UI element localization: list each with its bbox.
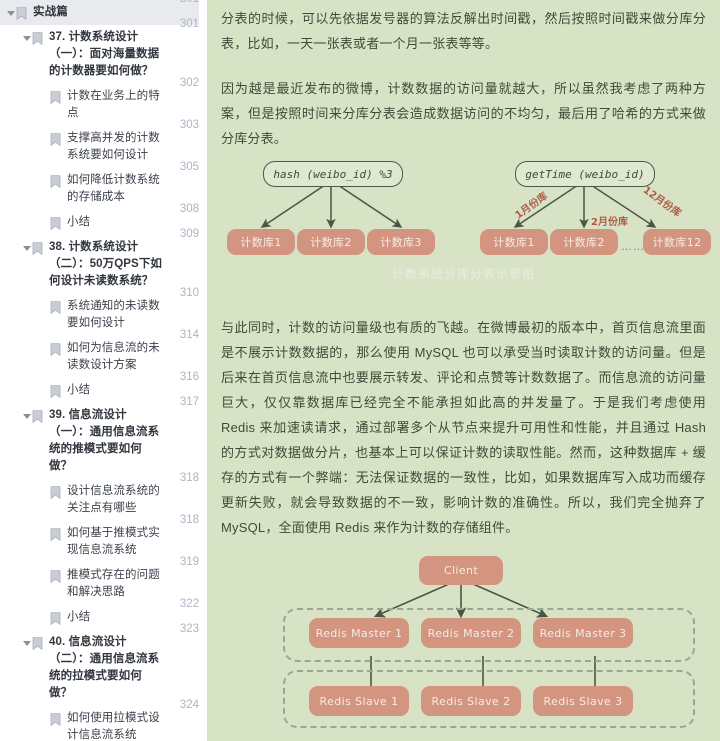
- toc-item-label: 39. 信息流设计（一）：通用信息流系统的推模式要如何做？: [49, 409, 160, 472]
- bookmark-icon: [50, 343, 62, 356]
- toc-item-page-number: 317: [179, 396, 199, 408]
- bookmark-icon: [50, 385, 62, 398]
- toc-item-7[interactable]: 系统通知的未读数要如何设计 310: [0, 287, 207, 336]
- toc-item-page-number: 308: [179, 203, 199, 215]
- toc-item-page-number: 318: [179, 514, 199, 526]
- figure2-client-node: Client: [419, 556, 503, 585]
- figure1-left-leaf-3: 计数库3: [367, 229, 435, 255]
- bookmark-icon: [16, 7, 28, 20]
- bookmark-icon: [50, 713, 62, 726]
- toc-item-5[interactable]: 小结 308: [0, 203, 207, 235]
- figure1-right-leaf-2: 计数库2: [550, 229, 618, 255]
- bookmark-icon: [50, 133, 62, 146]
- bookmark-icon: [32, 242, 44, 255]
- figure2-slave-2: Redis Slave 2: [421, 686, 521, 716]
- bookmark-icon: [50, 570, 62, 583]
- toc-item-label: 37. 计数系统设计（一）：面对海量数据的计数器要如何做？: [49, 31, 160, 77]
- book-reader-window: 实战篇301 37. 计数系统设计（一）：面对海量数据的计数器要如何做？ 301 计数…: [0, 0, 720, 741]
- toc-item-10[interactable]: 39. 信息流设计（一）：通用信息流系统的推模式要如何做？ 317: [0, 396, 207, 479]
- toc-item-0[interactable]: 实战篇301: [0, 0, 207, 25]
- toc-item-page-number: 319: [179, 556, 199, 568]
- figure1-right-leaf-3: 计数库12: [643, 229, 711, 255]
- toc-item-page-number: 316: [179, 371, 199, 383]
- figure1-edge-label-2: 2月份库: [591, 217, 628, 228]
- toc-item-1[interactable]: 37. 计数系统设计（一）：面对海量数据的计数器要如何做？ 301: [0, 18, 207, 84]
- figure-redis-cache-diagram: Client Redis Master 1 Redis Master 2 Red…: [221, 550, 706, 741]
- bookmark-icon: [50, 217, 62, 230]
- toc-item-4[interactable]: 如何降低计数系统的存储成本 305: [0, 161, 207, 210]
- toc-item-page-number: 309: [179, 228, 199, 240]
- figure2-master-3: Redis Master 3: [533, 618, 633, 648]
- bookmark-icon: [32, 32, 44, 45]
- toc-item-page-number: 323: [179, 623, 199, 635]
- toc-item-page-number: 302: [179, 77, 199, 89]
- toc-item-page-number: 301: [179, 18, 199, 30]
- paragraph-2: 因为越是最近发布的微博，计数数据的访问量就越大，所以虽然我考虑了两种方案，但是按…: [221, 81, 706, 146]
- bookmark-icon: [50, 612, 62, 625]
- figure1-right-leaf-1: 计数库1: [480, 229, 548, 255]
- toc-item-page-number: 301: [180, 0, 199, 8]
- table-of-contents-sidebar[interactable]: 实战篇301 37. 计数系统设计（一）：面对海量数据的计数器要如何做？ 301 计数…: [0, 0, 207, 741]
- bookmark-icon: [50, 301, 62, 314]
- figure1-left-leaf-2: 计数库2: [297, 229, 365, 255]
- toc-item-12[interactable]: 如何基于推模式实现信息流系统 318: [0, 514, 207, 563]
- toc-item-13[interactable]: 推模式存在的问题和解决思路 319: [0, 556, 207, 605]
- figure2-slave-1: Redis Slave 1: [309, 686, 409, 716]
- figure2-slave-3: Redis Slave 3: [533, 686, 633, 716]
- page-content: 分表的时候，可以先依据发号器的算法反解出时间戳，然后按照时间戳来做分库分表，比如…: [207, 0, 720, 741]
- paragraph-1: 分表的时候，可以先依据发号器的算法反解出时间戳，然后按照时间戳来做分库分表，比如…: [221, 11, 706, 51]
- figure1-right-root: getTime (weibo_id): [515, 161, 655, 187]
- toc-item-label: 38. 计数系统设计（二）：50万QPS下如何设计未读数系统？: [49, 241, 163, 287]
- figure-sharding-diagram: hash (weibo_id) %3 getTime (weibo_id) 计数…: [221, 157, 711, 297]
- bookmark-icon: [50, 486, 62, 499]
- toc-item-page-number: 324: [179, 699, 199, 711]
- toc-item-page-number: 305: [179, 161, 199, 173]
- sidebar-scrollbar[interactable]: [199, 0, 207, 741]
- bookmark-icon: [50, 175, 62, 188]
- toc-item-page-number: 318: [179, 472, 199, 484]
- toc-item-16[interactable]: 如何使用拉模式设计信息流系统 324: [0, 699, 207, 741]
- toc-item-page-number: 322: [179, 598, 199, 610]
- bookmark-icon: [50, 91, 62, 104]
- toc-item-page-number: 314: [179, 329, 199, 341]
- bookmark-icon: [50, 528, 62, 541]
- toc-item-label: 如何使用拉模式设计信息流系统: [67, 712, 160, 741]
- toc-item-9[interactable]: 小结 316: [0, 371, 207, 403]
- toc-item-3[interactable]: 支撑高并发的计数系统要如何设计 303: [0, 119, 207, 168]
- paragraph-3: 与此同时，计数的访问量级也有质的飞越。在微博最初的版本中，首页信息流里面是不展示…: [221, 320, 706, 535]
- figure2-master-2: Redis Master 2: [421, 618, 521, 648]
- toc-item-page-number: 310: [179, 287, 199, 299]
- figure1-left-root: hash (weibo_id) %3: [263, 161, 403, 187]
- toc-item-label: 40. 信息流设计（二）：通用信息流系统的拉模式要如何做？: [49, 636, 160, 699]
- toc-item-8[interactable]: 如何为信息流的未读数设计方案 314: [0, 329, 207, 378]
- toc-item-page-number: 303: [179, 119, 199, 131]
- toc-item-14[interactable]: 小结 322: [0, 598, 207, 630]
- toc-item-2[interactable]: 计数在业务上的特点 302: [0, 77, 207, 126]
- figure2-master-1: Redis Master 1: [309, 618, 409, 648]
- toc-item-6[interactable]: 38. 计数系统设计（二）：50万QPS下如何设计未读数系统？ 309: [0, 228, 207, 294]
- toc-item-11[interactable]: 设计信息流系统的关注点有哪些 318: [0, 472, 207, 521]
- figure1-ellipsis: ……: [621, 241, 645, 253]
- bookmark-icon: [32, 410, 44, 423]
- toc-item-15[interactable]: 40. 信息流设计（二）：通用信息流系统的拉模式要如何做？ 323: [0, 623, 207, 706]
- figure1-left-leaf-1: 计数库1: [227, 229, 295, 255]
- bookmark-icon: [32, 637, 44, 650]
- figure1-caption: 计数系统分库分表示意图: [391, 267, 535, 281]
